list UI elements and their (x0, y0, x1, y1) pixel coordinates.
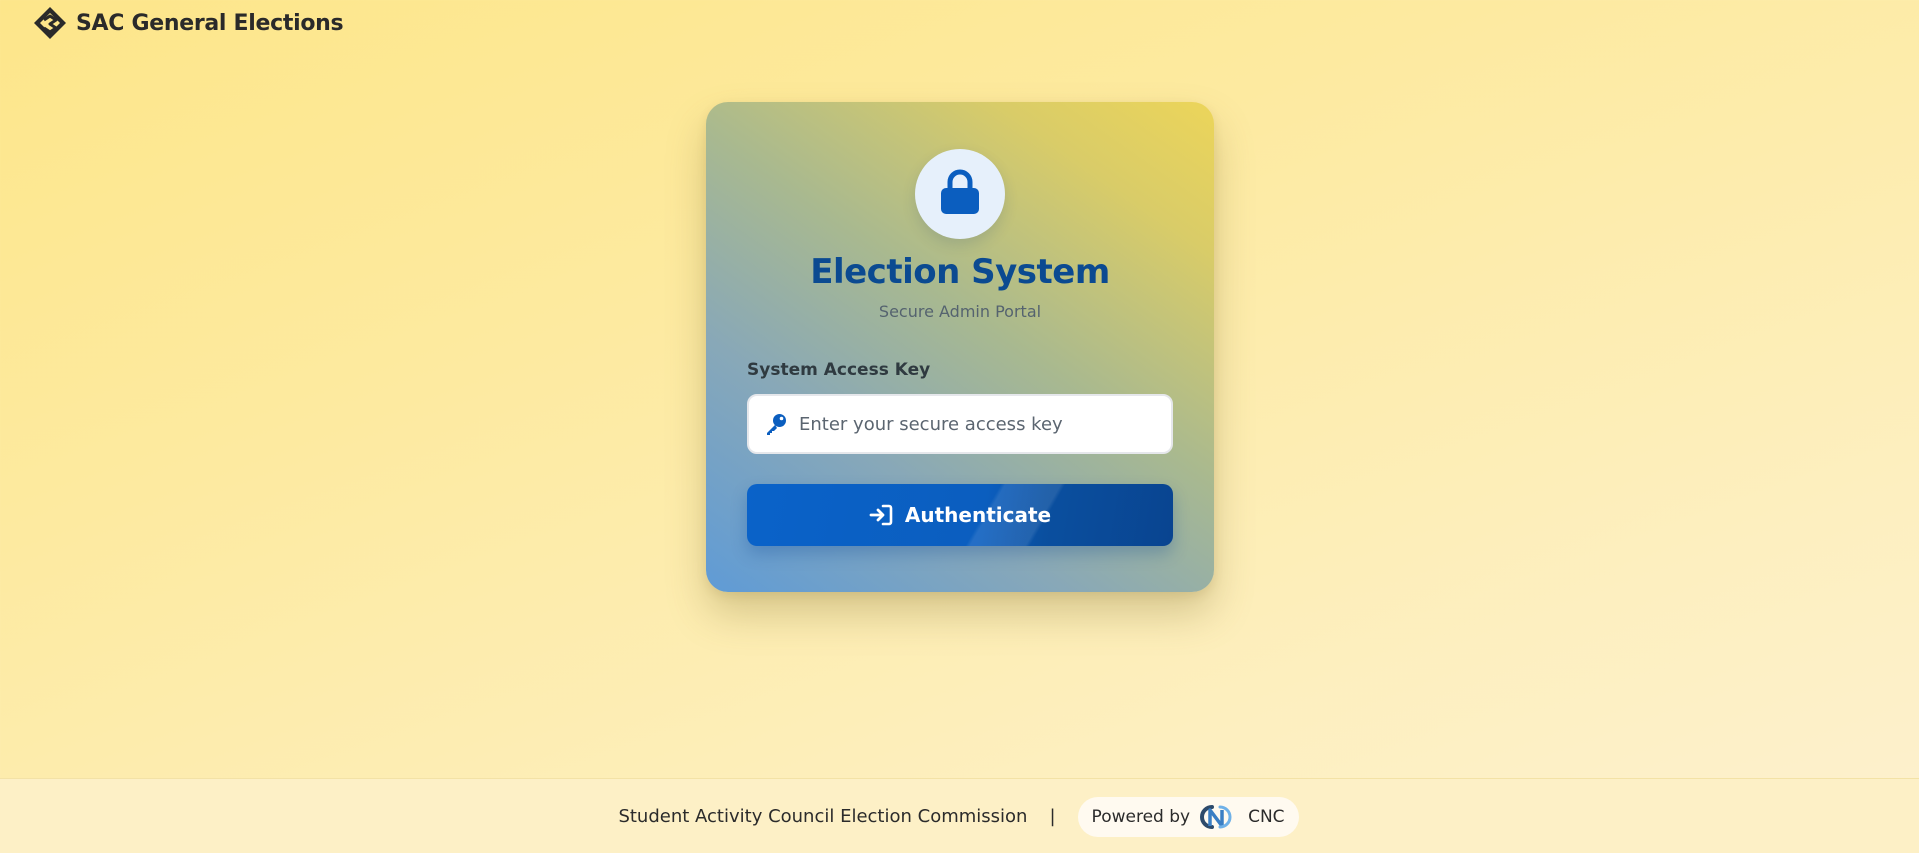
authenticate-button[interactable]: Authenticate (747, 484, 1173, 546)
authenticate-label: Authenticate (904, 503, 1052, 527)
footer-separator: | (1049, 806, 1056, 827)
access-key-field[interactable] (747, 394, 1173, 454)
card-title: Election System (810, 252, 1110, 292)
brand-title: SAC General Elections (76, 10, 344, 36)
footer-content: Student Activity Council Election Commis… (618, 796, 1299, 837)
lock-icon (939, 169, 981, 219)
powered-by-badge[interactable]: Powered by CNC (1077, 796, 1299, 837)
key-icon (763, 411, 789, 437)
lock-badge (915, 149, 1005, 239)
card-subtitle: Secure Admin Portal (878, 302, 1042, 321)
sac-diamond-logo-icon (32, 6, 68, 40)
footer: Student Activity Council Election Commis… (0, 778, 1919, 853)
login-card: Election System Secure Admin Portal Syst… (706, 102, 1214, 592)
cnc-logo-icon (1200, 802, 1232, 832)
sign-in-icon (869, 503, 893, 527)
vendor-name: CNC (1248, 806, 1285, 827)
access-key-input[interactable] (799, 396, 1171, 452)
brand-header[interactable]: SAC General Elections (32, 6, 344, 40)
footer-organization: Student Activity Council Election Commis… (618, 806, 1028, 827)
access-key-label: System Access Key (747, 360, 931, 380)
powered-by-text: Powered by (1091, 806, 1191, 827)
